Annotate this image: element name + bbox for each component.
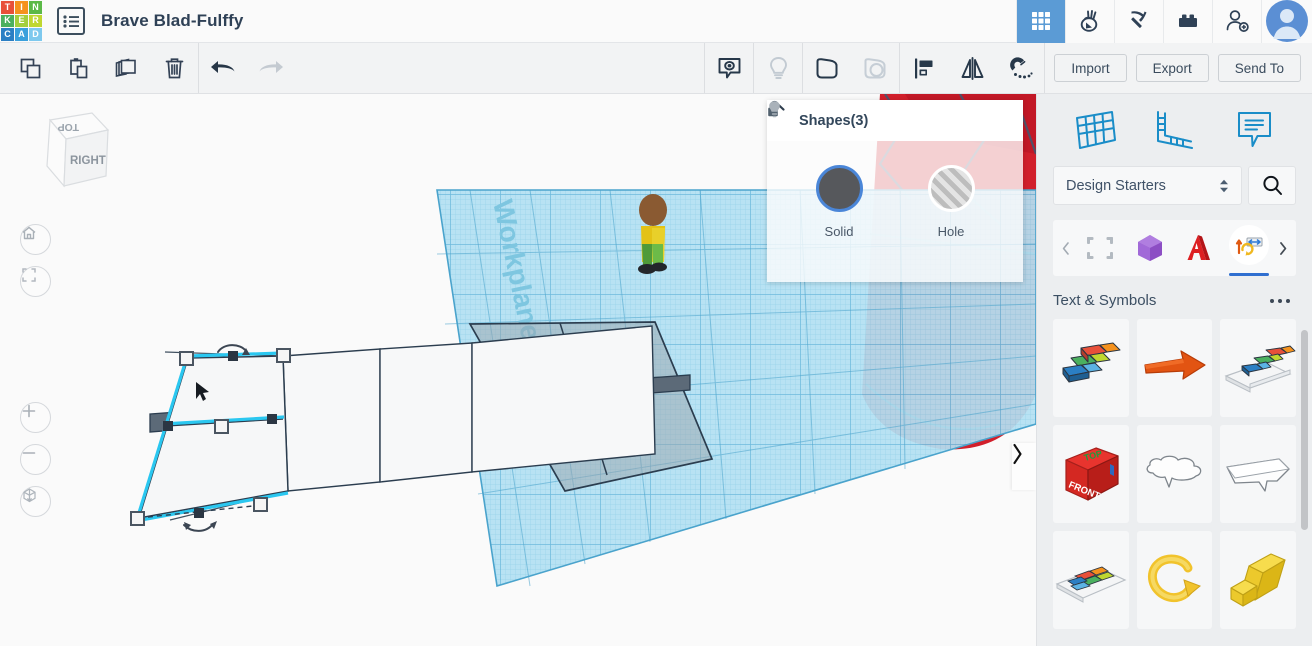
solid-swatch-label: Solid [824, 224, 854, 239]
paste-icon[interactable] [54, 43, 102, 93]
category-header: Text & Symbols [1037, 276, 1312, 319]
tinkercad-logo[interactable]: TIN KER CAD [0, 0, 43, 42]
page-title: Brave Blad-Fulffy [101, 11, 244, 30]
library-select[interactable]: Design Starters [1053, 166, 1242, 205]
lightbulb-icon[interactable] [754, 43, 802, 93]
toolbar-divider [1044, 43, 1046, 93]
category-text-symbols-icon[interactable] [1227, 220, 1271, 276]
zoom-in-button[interactable] [20, 402, 51, 433]
duplicate-icon[interactable] [102, 43, 150, 93]
hole-swatch[interactable]: Hole [919, 165, 983, 282]
send-to-button[interactable]: Send To [1217, 54, 1301, 82]
shape-arrow[interactable] [1137, 319, 1212, 417]
logo-letter-t: T [1, 1, 14, 14]
edit-toolbar: Import Export Send To [0, 43, 1312, 94]
ruler-icon[interactable] [1143, 104, 1205, 156]
tinkercad-editor: TIN KER CAD Brave Blad-Fulffy Import Expor… [0, 0, 1312, 646]
chevron-right-icon[interactable] [1274, 241, 1292, 255]
magnet-icon[interactable] [996, 43, 1044, 93]
brick-icon[interactable] [1163, 0, 1212, 43]
group-icon[interactable] [803, 43, 851, 93]
top-bar-actions [1016, 0, 1312, 43]
fit-view-button[interactable] [20, 266, 51, 297]
logo-letter-e: E [15, 14, 28, 28]
solid-swatch-circle [815, 165, 863, 212]
shape-library-panel: Design Starters Text & Symbols TOP FRONT [1036, 94, 1312, 646]
logo-letter-d: D [29, 28, 42, 41]
shape-cloud-callout[interactable] [1137, 425, 1212, 523]
mirror-icon[interactable] [948, 43, 996, 93]
logo-letter-k: K [1, 14, 14, 28]
scrollbar-thumb[interactable] [1301, 330, 1308, 530]
shapes-panel-header: Shapes(3) [767, 100, 1023, 141]
shape-blocks-plate[interactable] [1220, 319, 1296, 417]
category-carousel [1053, 220, 1296, 276]
more-options-icon[interactable] [1264, 293, 1296, 309]
gallery-grid-icon[interactable] [1016, 0, 1065, 43]
chevron-updown-icon [1219, 179, 1229, 193]
shape-l-beam[interactable] [1220, 531, 1296, 629]
chevron-left-icon[interactable] [1057, 241, 1075, 255]
shape-orientation-cube[interactable]: TOP FRONT [1053, 425, 1129, 523]
redo-icon[interactable] [247, 43, 295, 93]
logo-letter-r: R [29, 14, 42, 28]
logo-letter-i: I [15, 1, 28, 14]
3d-canvas[interactable]: Workplane TOP RIGHT Shapes(3) Solid Hole [0, 94, 1036, 646]
hole-swatch-circle [927, 165, 975, 212]
home-view-button[interactable] [20, 224, 51, 255]
ungroup-icon[interactable] [851, 43, 899, 93]
logo-letter-a: A [15, 28, 28, 41]
shape-tinkercad-blocks[interactable] [1053, 319, 1129, 417]
category-basic-shapes-icon[interactable] [1128, 220, 1172, 276]
workplane-icon[interactable] [1064, 104, 1126, 156]
add-person-icon[interactable] [1212, 0, 1261, 43]
list-icon[interactable] [57, 7, 85, 35]
shape-grid-scrollbar[interactable] [1301, 330, 1308, 626]
shapes-panel-body: Solid Hole [767, 141, 1023, 282]
align-icon[interactable] [900, 43, 948, 93]
note-icon[interactable] [705, 43, 753, 93]
shape-grid: TOP FRONT [1037, 319, 1312, 629]
import-button[interactable]: Import [1054, 54, 1127, 82]
copy-icon[interactable] [6, 43, 54, 93]
shapes-inspector-panel: Shapes(3) Solid Hole [767, 100, 1023, 282]
zoom-out-button[interactable] [20, 444, 51, 475]
viewcube-top-label: TOP [58, 121, 79, 133]
shape-curved-arrow[interactable] [1137, 531, 1212, 629]
view-cube[interactable]: TOP RIGHT [20, 108, 114, 202]
shapes-panel-title: Shapes(3) [799, 112, 869, 129]
panel-top-icons [1037, 94, 1312, 166]
pickaxe-icon[interactable] [1114, 0, 1163, 43]
scale-reference-person [638, 194, 667, 274]
category-text-icon[interactable] [1177, 220, 1221, 276]
trash-icon[interactable] [150, 43, 198, 93]
shape-speech-bubble[interactable] [1220, 425, 1296, 523]
collapse-right-panel-button[interactable] [1012, 443, 1036, 490]
logo-letter-n: N [29, 1, 42, 14]
shape-letters-plate[interactable] [1053, 531, 1129, 629]
library-select-value: Design Starters [1066, 177, 1166, 194]
solid-swatch[interactable]: Solid [807, 165, 871, 282]
viewcube-side-label: RIGHT [70, 155, 106, 167]
logo-letter-c: C [1, 28, 14, 41]
note-icon[interactable] [1223, 104, 1285, 156]
export-button[interactable]: Export [1135, 54, 1209, 82]
undo-icon[interactable] [199, 43, 247, 93]
codeblocks-icon[interactable] [1065, 0, 1114, 43]
ortho-perspective-button[interactable] [20, 486, 51, 517]
category-all-icon[interactable] [1078, 220, 1122, 276]
top-bar: TIN KER CAD Brave Blad-Fulffy [0, 0, 1312, 43]
category-title: Text & Symbols [1053, 292, 1157, 309]
library-search-row: Design Starters [1037, 166, 1312, 205]
hole-swatch-label: Hole [937, 224, 965, 239]
user-avatar[interactable] [1261, 0, 1312, 43]
search-button[interactable] [1248, 166, 1296, 205]
